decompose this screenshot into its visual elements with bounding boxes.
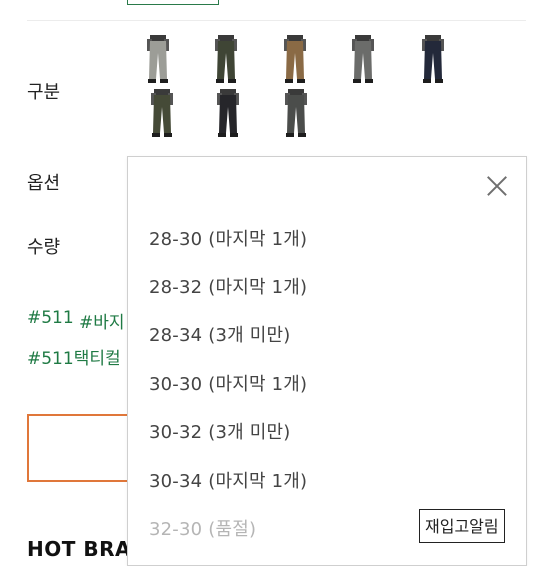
option-item-soldout: 32-30 (품절) <box>149 519 257 540</box>
restock-alert-button[interactable]: 재입고알림 <box>419 509 505 543</box>
option-item[interactable]: 30-32 (3개 미만) <box>149 418 291 444</box>
option-dropdown: 28-30 (마지막 1개) 28-32 (마지막 1개) 28-34 (3개 … <box>127 156 527 566</box>
hashtag-link[interactable]: #511택티컬 <box>27 344 121 369</box>
pants-icon <box>282 35 308 85</box>
swatch-ranger-green[interactable] <box>198 33 253 87</box>
swatch-storm[interactable] <box>335 33 390 87</box>
option-item[interactable]: 28-32 (마지막 1개) <box>149 273 307 299</box>
close-icon[interactable] <box>486 175 508 197</box>
option-item[interactable]: 30-30 (마지막 1개) <box>149 370 307 396</box>
option-item[interactable]: 30-34 (마지막 1개) <box>149 467 307 493</box>
pants-icon <box>149 89 175 139</box>
option-label: 옵션 <box>27 173 61 194</box>
pants-icon <box>145 35 171 85</box>
pants-icon <box>215 89 241 139</box>
swatch-gray[interactable] <box>130 33 185 87</box>
category-label: 구분 <box>27 82 61 103</box>
hashtag-link[interactable]: #511 <box>27 308 74 328</box>
pants-icon <box>213 35 239 85</box>
option-item[interactable]: 28-34 (3개 미만) <box>149 321 291 347</box>
swatch-tundra[interactable] <box>134 87 189 141</box>
color-swatches <box>130 33 460 143</box>
hashtag-link[interactable]: #바지 <box>79 308 125 333</box>
section-title: HOT BRA <box>27 537 131 561</box>
swatch-dark-navy[interactable] <box>405 33 460 87</box>
top-tab-outline <box>127 0 219 5</box>
top-divider <box>27 20 526 21</box>
quantity-label: 수량 <box>27 237 61 258</box>
pants-icon <box>420 35 446 85</box>
swatch-black[interactable] <box>200 87 255 141</box>
swatch-coyote[interactable] <box>267 33 322 87</box>
swatch-volcanic[interactable] <box>268 87 323 141</box>
pants-icon <box>283 89 309 139</box>
pants-icon <box>350 35 376 85</box>
option-item[interactable]: 28-30 (마지막 1개) <box>149 225 307 251</box>
